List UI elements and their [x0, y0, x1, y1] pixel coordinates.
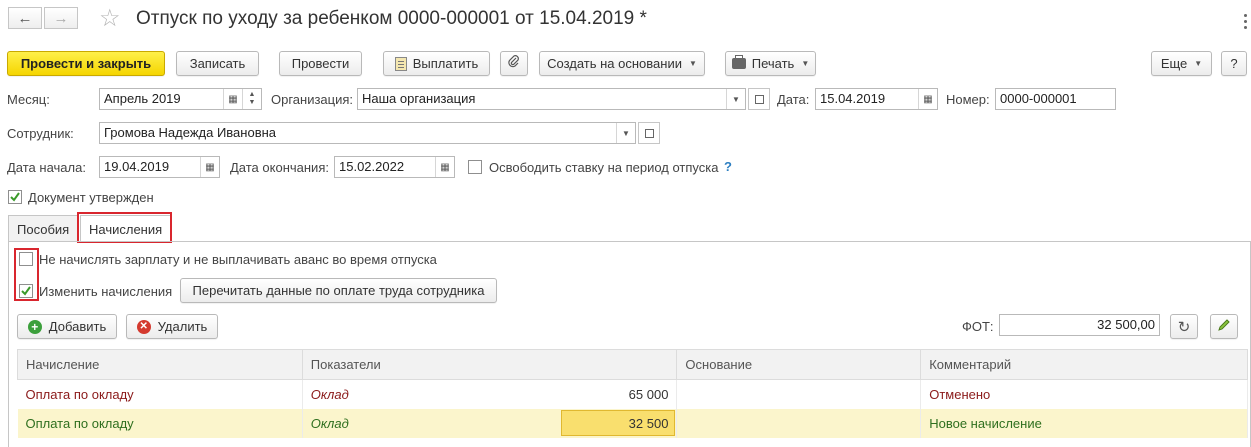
calendar-icon[interactable]: ▦ — [223, 89, 242, 109]
employee-field[interactable]: Громова Надежда Ивановна ▼ — [99, 122, 636, 144]
chevron-down-icon: ▼ — [1194, 59, 1203, 68]
back-button[interactable]: ← — [8, 7, 42, 29]
pencil-icon — [1217, 318, 1231, 335]
start-date-label: Дата начала: — [7, 160, 86, 175]
chevron-down-icon: ▼ — [688, 59, 697, 68]
post-button[interactable]: Провести — [279, 51, 362, 76]
forward-button[interactable]: → — [44, 7, 78, 29]
accruals-table: Начисление Показатели Основание Коммента… — [17, 349, 1248, 438]
free-rate-label: Освободить ставку на период отпуска — [489, 160, 719, 175]
date-field[interactable]: 15.04.2019 ▦ — [815, 88, 938, 110]
attach-button[interactable] — [500, 51, 528, 76]
comment-cell[interactable]: Новое начисление — [920, 408, 1248, 438]
post-and-close-button[interactable]: Провести и закрыть — [7, 51, 165, 76]
checkmark-icon — [10, 192, 20, 202]
open-icon — [754, 94, 764, 104]
write-button[interactable]: Записать — [176, 51, 259, 76]
refresh-icon: ↻ — [1177, 318, 1191, 336]
date-label: Дата: — [777, 92, 810, 107]
spin-icon[interactable]: ▲ ▼ — [242, 89, 261, 109]
chevron-down-icon[interactable]: ▼ — [726, 89, 745, 109]
tab-benefits[interactable]: Пособия — [8, 215, 79, 242]
value-input[interactable]: 32 500 — [561, 409, 676, 436]
number-field[interactable]: 0000-000001 — [995, 88, 1116, 110]
checkbox-highlight — [14, 248, 39, 301]
reread-button[interactable]: Перечитать данные по оплате труда сотруд… — [180, 278, 497, 303]
indicator-cell[interactable]: Оклад 65 000 — [302, 379, 678, 409]
edit-button[interactable] — [1210, 314, 1238, 339]
indicator-cell[interactable]: Оклад 32 500 — [302, 408, 678, 438]
chevron-down-icon: ▼ — [801, 59, 810, 68]
start-date-field[interactable]: 19.04.2019 ▦ — [99, 156, 220, 178]
window-menu-icon[interactable] — [1244, 14, 1248, 30]
refresh-button[interactable]: ↻ — [1170, 314, 1198, 339]
fot-label: ФОТ: — [962, 319, 994, 334]
column-header-basis[interactable]: Основание — [676, 349, 922, 380]
calendar-icon[interactable]: ▦ — [435, 157, 454, 177]
organization-field[interactable]: Наша организация ▼ — [357, 88, 746, 110]
favorite-star-icon[interactable]: ☆ — [99, 4, 121, 33]
add-button[interactable]: + Добавить — [17, 314, 117, 339]
arrow-right-icon: → — [53, 9, 69, 27]
paperclip-icon — [508, 55, 520, 72]
more-button[interactable]: Еще ▼ — [1151, 51, 1212, 76]
arrow-left-icon: ← — [17, 9, 33, 27]
month-label: Месяц: — [7, 92, 50, 107]
chevron-down-icon[interactable]: ▼ — [616, 123, 635, 143]
accrual-cell[interactable]: Оплата по окладу — [17, 379, 303, 409]
page-title: Отпуск по уходу за ребенком 0000-000001 … — [136, 8, 647, 29]
help-mark-icon[interactable]: ? — [724, 159, 732, 174]
month-field[interactable]: Апрель 2019 ▦ ▲ ▼ — [99, 88, 262, 110]
column-header-indicators[interactable]: Показатели — [301, 349, 678, 380]
printer-icon — [731, 55, 746, 69]
table-row[interactable]: Оплата по окладу Оклад 65 000 Отменено — [17, 379, 1248, 409]
create-based-on-button[interactable]: Создать на основании ▼ — [539, 51, 705, 76]
fot-field[interactable]: 32 500,00 — [999, 314, 1160, 336]
no-salary-label: Не начислять зарплату и не выплачивать а… — [39, 252, 437, 267]
calendar-icon[interactable]: ▦ — [200, 157, 219, 177]
basis-cell[interactable] — [676, 379, 922, 409]
end-date-label: Дата окончания: — [230, 160, 329, 175]
number-label: Номер: — [946, 92, 990, 107]
table-row[interactable]: Оплата по окладу Оклад 32 500 Новое начи… — [17, 408, 1248, 438]
change-accruals-label: Изменить начисления — [39, 284, 173, 299]
pay-document-icon — [394, 56, 407, 71]
free-rate-checkbox[interactable] — [468, 160, 482, 174]
approved-label: Документ утвержден — [28, 190, 154, 205]
comment-cell[interactable]: Отменено — [920, 379, 1248, 409]
delete-circle-icon: ✕ — [136, 319, 151, 334]
table-header-row: Начисление Показатели Основание Коммента… — [17, 349, 1248, 380]
end-date-field[interactable]: 15.02.2022 ▦ — [334, 156, 455, 178]
employee-label: Сотрудник: — [7, 126, 74, 141]
column-header-accrual[interactable]: Начисление — [17, 349, 303, 380]
column-header-comment[interactable]: Комментарий — [920, 349, 1248, 380]
approved-checkbox[interactable] — [8, 190, 22, 204]
organization-label: Организация: — [271, 92, 354, 107]
help-button[interactable]: ? — [1221, 51, 1247, 76]
open-icon — [644, 128, 654, 138]
calendar-icon[interactable]: ▦ — [918, 89, 937, 109]
open-organization-button[interactable] — [748, 88, 770, 110]
plus-circle-icon: + — [27, 319, 42, 334]
open-employee-button[interactable] — [638, 122, 660, 144]
accrual-cell[interactable]: Оплата по окладу — [17, 408, 303, 438]
tab-highlight — [77, 212, 172, 243]
print-button[interactable]: Печать ▼ — [725, 51, 816, 76]
delete-button[interactable]: ✕ Удалить — [126, 314, 218, 339]
basis-cell[interactable] — [676, 408, 922, 438]
pay-button[interactable]: Выплатить — [383, 51, 490, 76]
